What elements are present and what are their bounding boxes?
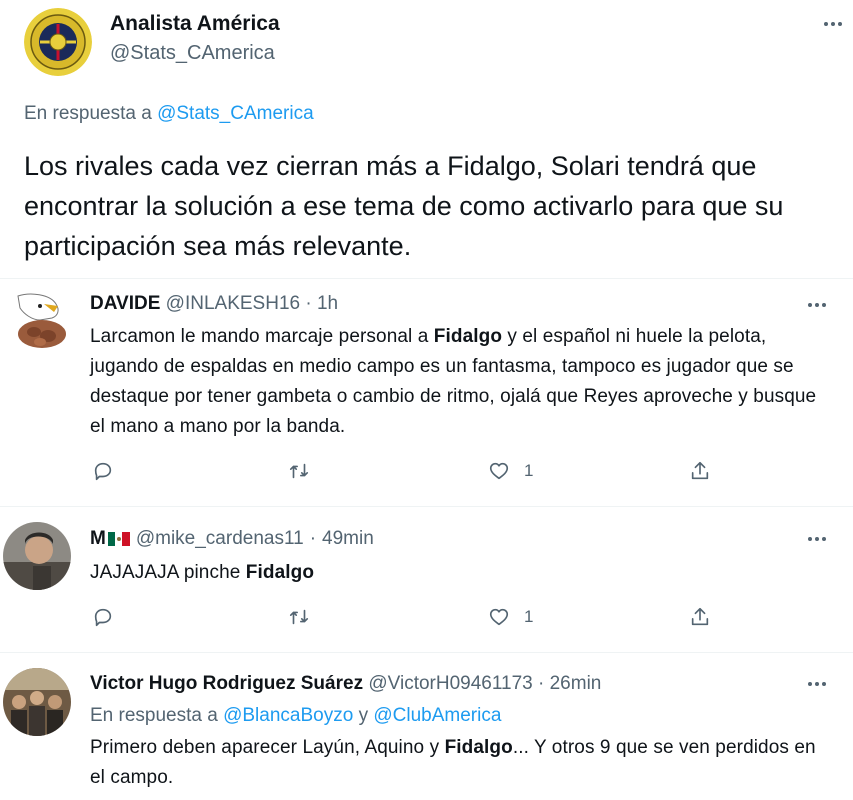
reply-2-like-button[interactable]: 1 <box>488 606 533 628</box>
reply-text-highlight: Fidalgo <box>245 562 315 583</box>
main-author-name[interactable]: Analista América <box>110 12 280 36</box>
share-icon <box>691 607 709 626</box>
like-count: 1 <box>524 607 534 626</box>
mexico-flag-icon <box>107 532 130 546</box>
separator-dot: · <box>538 673 545 694</box>
in-reply-handle-link[interactable]: @ClubAmerica <box>373 705 501 726</box>
eagle-icon <box>17 293 66 348</box>
reply-1-time[interactable]: 1h <box>317 293 338 314</box>
reply-icon <box>94 462 112 481</box>
in-reply-joiner: y <box>358 705 369 726</box>
main-author-handle[interactable]: @Stats_CAmerica <box>110 42 275 65</box>
reply-3-text: Primero deben aparecer Layún, Aquino y F… <box>90 733 825 793</box>
separator-dot: · <box>305 293 312 314</box>
like-icon <box>489 462 509 480</box>
reply-text-highlight: Fidalgo <box>433 326 503 347</box>
retweet-icon <box>289 609 309 625</box>
like-icon <box>489 608 509 626</box>
reply-2-header: M @mike_cardenas11 · 49min <box>90 528 374 550</box>
reply-2-avatar[interactable] <box>3 522 71 590</box>
reply-3-avatar[interactable] <box>3 668 71 736</box>
reply-2-retweet-button[interactable] <box>288 606 310 628</box>
reply-1-handle[interactable]: @INLAKESH16 <box>166 293 300 314</box>
reply-3-handle[interactable]: @VictorH09461173 <box>368 673 532 694</box>
reply-icon <box>94 608 112 627</box>
main-more-icon[interactable] <box>824 22 842 26</box>
separator-dot: · <box>309 528 317 549</box>
reply-3-in-reply-line: En respuesta a @BlancaBoyzo y @ClubAmeri… <box>90 705 501 727</box>
main-tweet-text: Los rivales cada vez cierran más a Fidal… <box>24 151 784 261</box>
reply-2-share-button[interactable] <box>689 606 711 628</box>
reply-1-retweet-button[interactable] <box>288 460 310 482</box>
reply-1-like-button[interactable]: 1 <box>488 460 533 482</box>
reply-2-text: JAJAJAJA pinche Fidalgo <box>90 558 825 588</box>
share-icon <box>691 461 709 480</box>
reply-2-more-icon[interactable] <box>808 537 826 541</box>
reply-3-author-name[interactable]: Victor Hugo Rodriguez Suárez <box>90 673 363 694</box>
club-america-logo <box>24 8 92 76</box>
reply-1-text: Larcamon le mando marcaje personal a Fid… <box>90 322 825 442</box>
group-photo <box>3 668 71 736</box>
reply-text-part: JAJAJAJA pinche <box>90 562 246 583</box>
in-reply-handle-link[interactable]: @Stats_CAmerica <box>157 103 314 124</box>
reply-2-time[interactable]: 49min <box>322 528 374 550</box>
reply-3-more-icon[interactable] <box>808 682 826 686</box>
main-author-avatar[interactable] <box>24 8 92 76</box>
reply-2-handle[interactable]: @mike_cardenas11 <box>136 528 304 550</box>
in-reply-prefix: En respuesta a <box>24 103 152 124</box>
retweet-icon <box>289 463 309 479</box>
reply-1-share-button[interactable] <box>689 460 711 482</box>
reply-2-reply-button[interactable] <box>92 606 114 628</box>
reply-1-author-name[interactable]: DAVIDE <box>90 293 160 314</box>
reply-text-part: Larcamon le mando marcaje personal a <box>90 326 434 347</box>
in-reply-handle-link[interactable]: @BlancaBoyzo <box>223 705 353 726</box>
divider <box>0 506 853 507</box>
reply-1-reply-button[interactable] <box>92 460 114 482</box>
reply-text-part: Primero deben aparecer Layún, Aquino y <box>90 737 445 758</box>
reply-1-header: DAVIDE @INLAKESH16 · 1h <box>90 293 338 315</box>
reply-3-time[interactable]: 26min <box>550 673 602 694</box>
reply-text-highlight: Fidalgo <box>444 737 513 758</box>
divider <box>0 278 853 279</box>
reply-3-header: Victor Hugo Rodriguez Suárez @VictorH094… <box>90 673 601 695</box>
reply-2-author-name[interactable]: M <box>90 528 106 550</box>
user-photo <box>3 522 71 590</box>
reply-avatar-eagle[interactable] <box>10 290 72 352</box>
divider <box>0 652 853 653</box>
reply-1-more-icon[interactable] <box>808 303 826 307</box>
main-in-reply-line: En respuesta a @Stats_CAmerica <box>24 103 314 125</box>
in-reply-prefix: En respuesta a <box>90 705 218 726</box>
like-count: 1 <box>524 461 534 480</box>
